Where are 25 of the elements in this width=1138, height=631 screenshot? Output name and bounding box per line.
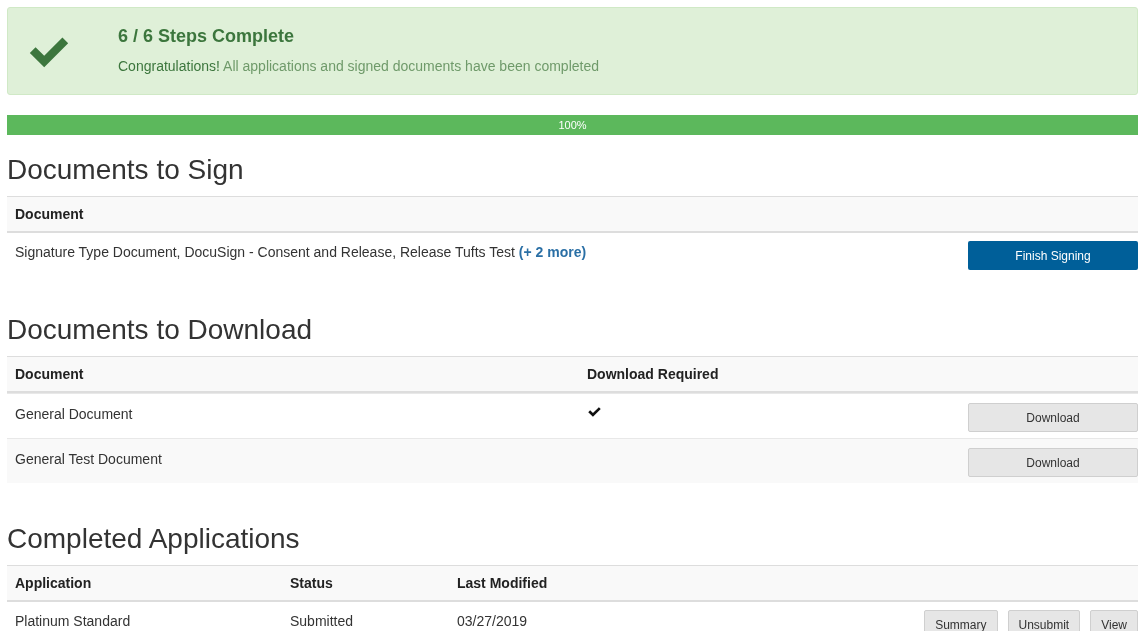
table-cell-text: Submitted [290,612,355,631]
column-header: Document [15,364,85,384]
table-cell-text: Platinum Standard [15,612,132,631]
action-button[interactable]: Unsubmit [1007,610,1081,631]
action-button[interactable]: Download [968,403,1138,432]
table-cell-text: 03/27/2019 [457,612,529,631]
column-header: Document [15,204,84,224]
more-link[interactable]: (+ 2 more) [518,244,587,260]
action-button[interactable]: Download [968,448,1138,477]
progress-label: 100% [558,117,587,133]
action-button[interactable]: View [1090,610,1138,631]
banner-title: 6 / 6 Steps Complete [118,25,296,46]
column-header: Application [15,573,93,593]
action-button[interactable]: Summary [924,610,998,631]
section-heading: Documents to Sign [7,153,245,187]
banner-message: Congratulations! All applications and signed documents have been completed [118,56,599,76]
table-cell-text: General Test Document [15,450,163,469]
column-header: Download Required [587,364,719,384]
column-header: Status [290,573,334,593]
column-header: Last Modified [457,573,548,593]
finish-signing-button[interactable]: Finish Signing [968,241,1138,270]
section-heading: Documents to Download [7,313,314,347]
table-cell-text: Signature Type Document, DocuSign - Consent and Release, Release Tufts Test (+ 2 more) [15,243,588,262]
section-heading: Completed Applications [7,522,301,556]
table-cell-text: General Document [15,405,134,424]
